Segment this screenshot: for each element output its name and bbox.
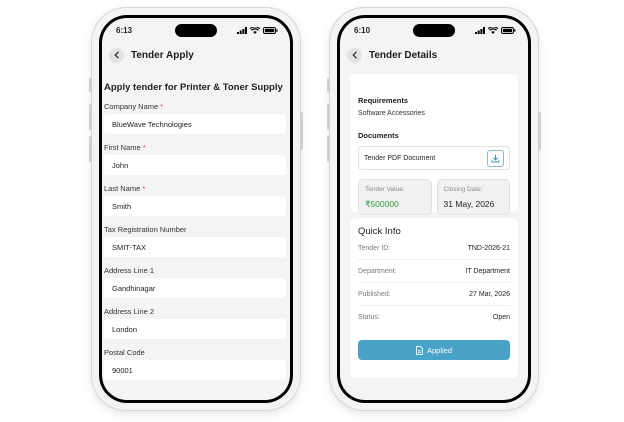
documents-label: Documents: [358, 131, 399, 140]
battery-icon: [263, 26, 278, 34]
phone-right: 6:10 Tender Details Requirements Softwar…: [327, 8, 541, 410]
back-button[interactable]: [347, 47, 362, 63]
back-button[interactable]: [109, 47, 124, 63]
last-name-label: Last Name *: [104, 184, 290, 193]
chevron-left-icon: [113, 51, 119, 59]
tender-value-label: Tender Value:: [365, 186, 405, 193]
volume-down-button: [89, 136, 92, 162]
apply-form: Apply tender for Printer & Toner Supply …: [102, 74, 290, 380]
chevron-left-icon: [351, 51, 357, 59]
page-title: Tender Apply: [131, 49, 194, 61]
postal-code-input[interactable]: 90001: [104, 360, 286, 380]
quick-info-row-published: Published: 27 Mar, 2026: [358, 283, 510, 306]
tender-details: Requirements Software Accessories Docume…: [350, 74, 518, 378]
download-button[interactable]: [487, 149, 504, 167]
screen-right: 6:10 Tender Details Requirements Softwar…: [337, 15, 531, 403]
tender-details-screen: 6:10 Tender Details Requirements Softwar…: [340, 18, 528, 400]
volume-up-button: [327, 104, 330, 130]
wifi-icon: [250, 26, 260, 34]
applied-label: Applied: [426, 345, 453, 355]
tax-registration-label: Tax Registration Number: [104, 225, 187, 234]
battery-icon: [501, 26, 516, 34]
phone-left: 6:13 Tender Apply Apply tender for Print…: [89, 8, 303, 410]
field-label-text: Last Name: [104, 184, 141, 193]
address-line-2-label: Address Line 2: [104, 307, 155, 316]
app-header: Tender Apply: [102, 42, 290, 68]
tender-value: ₹500000: [365, 199, 399, 209]
quick-info-title: Quick Info: [358, 226, 401, 237]
quick-info-key: Tender ID:: [358, 244, 391, 252]
closing-date-box: Closing Date: 31 May, 2026: [436, 179, 510, 215]
power-button: [300, 112, 303, 150]
quick-info-card: Quick Info Tender ID: TND-2026-21 Depart…: [350, 218, 518, 378]
field-label-text: Company Name: [104, 102, 159, 111]
first-name-label: First Name *: [104, 143, 290, 152]
address-line-2-input[interactable]: London: [104, 319, 286, 339]
closing-date: 31 May, 2026: [443, 199, 495, 209]
required-marker: *: [142, 184, 146, 193]
signal-icon: [237, 26, 247, 34]
status-icons: [475, 26, 516, 34]
status-time: 6:10: [354, 25, 371, 35]
tender-apply-screen: 6:13 Tender Apply Apply tender for Print…: [102, 18, 290, 400]
status-bar: 6:13: [116, 24, 278, 36]
required-marker: *: [142, 143, 146, 152]
tender-summary-card: Requirements Software Accessories Docume…: [350, 74, 518, 215]
quick-info-row-department: Department: IT Department: [358, 260, 510, 283]
value-row: Tender Value: ₹500000 Closing Date: 31 M…: [358, 179, 510, 215]
quick-info-value: TND-2026-21: [467, 244, 510, 252]
wifi-icon: [488, 26, 498, 34]
address-line-1-input[interactable]: Gandhinagar: [104, 278, 286, 298]
first-name-input[interactable]: John: [104, 155, 286, 175]
postal-code-label: Postal Code: [104, 348, 145, 357]
quick-info-key: Status:: [358, 313, 380, 321]
status-time: 6:13: [116, 25, 133, 35]
requirements-value: Software Accessories: [358, 110, 425, 117]
volume-down-button: [327, 136, 330, 162]
form-title: Apply tender for Printer & Toner Supply: [104, 82, 283, 93]
quick-info-value: IT Department: [465, 267, 510, 275]
address-line-1-label: Address Line 1: [104, 266, 155, 275]
quick-info-value: 27 Mar, 2026: [469, 290, 510, 298]
last-name-input[interactable]: Smith: [104, 196, 286, 216]
app-header: Tender Details: [340, 42, 528, 68]
required-marker: *: [160, 102, 164, 111]
quick-info-key: Published:: [358, 290, 391, 298]
status-icons: [237, 26, 278, 34]
quick-info-row-tender-id: Tender ID: TND-2026-21: [358, 237, 510, 260]
applied-button[interactable]: Applied: [358, 340, 510, 360]
screen-left: 6:13 Tender Apply Apply tender for Print…: [99, 15, 293, 403]
status-bar: 6:10: [354, 24, 516, 36]
field-label-text: First Name: [104, 143, 141, 152]
document-name: Tender PDF Document: [364, 154, 436, 162]
mute-switch: [327, 78, 330, 92]
status-badge: Open: [492, 313, 510, 321]
document-icon: [416, 345, 423, 355]
download-icon: [491, 154, 500, 162]
company-name-input[interactable]: BlueWave Technologies: [104, 114, 286, 134]
document-row[interactable]: Tender PDF Document: [358, 146, 510, 170]
signal-icon: [475, 26, 485, 34]
company-name-label: Company Name *: [104, 102, 290, 111]
tax-registration-input[interactable]: SMIT-TAX: [104, 237, 286, 257]
power-button: [538, 112, 541, 150]
closing-date-label: Closing Date:: [443, 186, 483, 193]
requirements-label: Requirements: [358, 96, 409, 105]
mute-switch: [89, 78, 92, 92]
volume-up-button: [89, 104, 92, 130]
tender-value-box: Tender Value: ₹500000: [358, 179, 432, 215]
quick-info-row-status: Status: Open: [358, 306, 510, 328]
page-title: Tender Details: [369, 49, 438, 61]
quick-info-key: Department:: [358, 267, 397, 275]
